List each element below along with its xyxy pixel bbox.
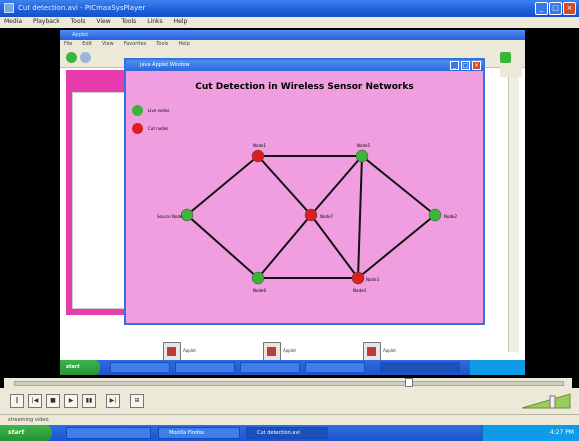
inner-toolbar-fragment (500, 63, 522, 77)
network-edge (361, 155, 436, 216)
previous-button[interactable]: |◀ (28, 394, 42, 408)
player-menubar: Media Playback Tools View Tools Links He… (0, 17, 579, 28)
inner-task-button (305, 362, 365, 373)
network-edge (186, 214, 259, 279)
network-node-n3[interactable] (351, 271, 365, 285)
inner-menu-item: Help (178, 41, 190, 47)
fullscreen-button[interactable]: ⊞ (130, 394, 144, 408)
network-graph: Source Node Node1 Node5 Node7 Node2 Node6 Node… (157, 143, 457, 293)
start-button[interactable]: start (0, 425, 52, 441)
network-edge (310, 214, 359, 279)
network-node-label: Node1 (253, 143, 266, 148)
network-node-n2[interactable] (428, 208, 442, 222)
network-edge (186, 155, 259, 216)
inner-page-panel (72, 92, 126, 309)
inner-menu-item: Favorites (123, 41, 147, 47)
menu-item[interactable]: Tools (122, 18, 137, 25)
menu-item[interactable]: Media (4, 18, 22, 25)
taskbar-item-firefox[interactable] (66, 427, 151, 439)
menu-item[interactable]: View (96, 18, 110, 25)
network-edge (257, 155, 312, 216)
network-edge (357, 214, 436, 279)
clock: 4:27 PM (549, 429, 574, 436)
network-node-label: Node4 (353, 288, 366, 293)
player-app-icon (4, 3, 14, 13)
frame-step-button[interactable]: ▮▮ (82, 394, 96, 408)
inner-task-button (110, 362, 170, 373)
menu-item[interactable]: Help (174, 18, 188, 25)
taskbar-item-player[interactable]: Cut detection.avi (246, 427, 328, 439)
forward-icon (80, 52, 91, 63)
applet-file-icon (263, 342, 281, 362)
inner-system-tray (470, 360, 525, 375)
inner-menu-item: File (64, 41, 73, 47)
inner-start-button: start (60, 360, 100, 375)
network-node-label: Source Node (157, 214, 183, 219)
inner-task-button (380, 362, 460, 373)
volume-slider[interactable] (520, 392, 572, 410)
network-node-source[interactable] (180, 208, 194, 222)
outer-taskbar: start Mozilla Firefox Cut detection.avi … (0, 425, 579, 441)
inner-task-button (175, 362, 235, 373)
inner-menu-item: Edit (82, 41, 92, 47)
system-tray: 4:27 PM (482, 425, 579, 441)
maximize-button[interactable]: □ (549, 2, 562, 15)
network-edge (257, 214, 312, 279)
network-node-label: Node2 (444, 214, 457, 219)
network-node-n1[interactable] (251, 149, 265, 163)
desktop-icon-label: Applet (383, 348, 396, 353)
back-icon (66, 52, 77, 63)
seek-bar[interactable] (4, 378, 572, 388)
menu-item[interactable]: Links (147, 18, 162, 25)
network-node-label: Node6 (253, 288, 266, 293)
player-titlebar: Cut detection.avi - PICmaxSysPlayer _ □ … (0, 0, 579, 17)
menu-item[interactable]: Tools (71, 18, 86, 25)
desktop-icon-label: Applet (283, 348, 296, 353)
inner-menu-item: Tools (156, 41, 169, 47)
applet-window[interactable]: Java Applet Window _ □ × Cut Detection i… (124, 58, 485, 325)
play-button[interactable]: ▶ (64, 394, 78, 408)
stop-button[interactable]: ■ (46, 394, 60, 408)
controls-bar: ‖ |◀ ■ ▶ ▮▮ ▶| ⊞ (0, 388, 579, 414)
inner-menu-item: View (101, 41, 114, 47)
network-node-n7[interactable] (304, 208, 318, 222)
inner-browser-scrollbar (508, 72, 519, 352)
pause-button[interactable]: ‖ (10, 394, 24, 408)
taskbar-item[interactable]: Mozilla Firefox (158, 427, 240, 439)
network-node-n6[interactable] (251, 271, 265, 285)
seek-track[interactable] (14, 381, 564, 386)
minimize-button[interactable]: _ (535, 2, 548, 15)
network-edge (357, 155, 363, 279)
seek-thumb[interactable] (405, 378, 413, 387)
volume-icon[interactable] (520, 392, 572, 410)
next-button[interactable]: ▶| (106, 394, 120, 408)
network-node-label: Node5 (357, 143, 370, 148)
go-icon (500, 52, 511, 63)
desktop-icon-label: Applet (183, 348, 196, 353)
inner-taskbar: start (60, 360, 525, 375)
inner-task-button (240, 362, 300, 373)
close-button[interactable]: × (563, 2, 576, 15)
network-node-label: Node7 (320, 214, 333, 219)
inner-browser-title: Applet (72, 32, 89, 38)
applet-file-icon (363, 342, 381, 362)
menu-item[interactable]: Playback (33, 18, 60, 25)
network-edge (310, 155, 363, 216)
inner-browser-titlebar: Applet (60, 30, 525, 40)
applet-file-icon (163, 342, 181, 362)
inner-browser-menubar: File Edit View Favorites Tools Help (60, 40, 525, 49)
network-node-label: Node3 (366, 277, 379, 282)
status-text: streaming video (8, 417, 49, 423)
network-node-n5[interactable] (355, 149, 369, 163)
player-window-title: Cut detection.avi - PICmaxSysPlayer (18, 4, 146, 12)
